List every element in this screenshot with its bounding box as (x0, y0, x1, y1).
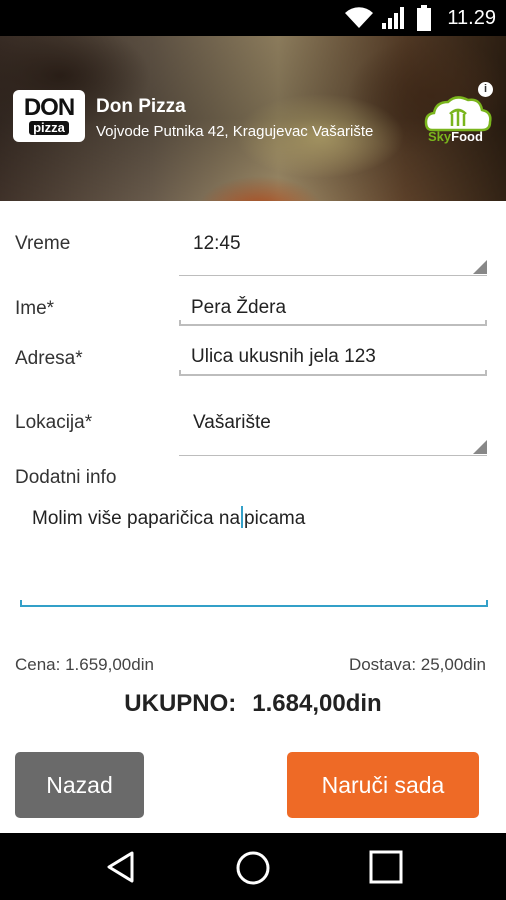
order-now-button[interactable]: Naruči sada (287, 752, 479, 818)
additional-info-textarea[interactable]: Molim više paparičica na picama (20, 496, 488, 606)
nav-home-icon[interactable] (235, 850, 271, 891)
name-input-underline (179, 320, 487, 326)
total-value: 1.684,00din (252, 690, 382, 717)
additional-info-underline (20, 600, 488, 607)
location-value: Vašarište (193, 412, 271, 433)
total-text: UKUPNO: 1.684,00din (0, 690, 506, 718)
info-icon[interactable]: i (478, 82, 493, 97)
back-button[interactable]: Nazad (15, 752, 144, 818)
nav-back-icon[interactable] (104, 850, 138, 889)
time-dropdown-arrow-icon (473, 260, 487, 274)
system-nav-bar (0, 833, 506, 900)
delivery-text: Dostava: 25,00din (348, 655, 486, 674)
address-input[interactable]: Ulica ukusnih jela 123 (179, 337, 487, 377)
location-spinner-underline (179, 455, 487, 456)
logo-text-pizza: pizza (29, 121, 69, 135)
address-value: Ulica ukusnih jela 123 (191, 346, 376, 367)
time-spinner-underline (179, 275, 487, 276)
name-label: Ime* (15, 298, 55, 319)
text-cursor (241, 506, 244, 528)
time-spinner[interactable]: 12:45 (179, 225, 487, 277)
additional-info-text-after: picama (244, 508, 306, 529)
wifi-icon (344, 7, 374, 34)
location-label: Lokacija* (15, 412, 93, 433)
restaurant-logo: DON pizza (13, 90, 85, 142)
address-label: Adresa* (15, 348, 83, 369)
restaurant-name: Don Pizza (96, 96, 186, 117)
location-spinner[interactable]: Vašarište (179, 403, 487, 455)
nav-recent-apps-icon[interactable] (369, 850, 403, 889)
name-value: Pera Ždera (191, 297, 287, 318)
restaurant-header: DON pizza Don Pizza Vojvode Putnika 42, … (0, 36, 506, 201)
name-input[interactable]: Pera Ždera (179, 288, 487, 328)
signal-icon (381, 6, 407, 35)
time-value: 12:45 (193, 233, 241, 254)
restaurant-address: Vojvode Putnika 42, Kragujevac Vašarište (96, 123, 374, 140)
address-input-underline (179, 370, 487, 376)
price-text: Cena: 1.659,00din (15, 655, 154, 674)
additional-info-text: Molim više paparičica na (32, 508, 241, 529)
total-label: UKUPNO: (124, 690, 237, 717)
time-label: Vreme (15, 233, 71, 254)
additional-info-label: Dodatni info (15, 467, 117, 488)
location-dropdown-arrow-icon (473, 440, 487, 454)
status-time: 11.29 (447, 7, 496, 29)
status-bar: 11.29 (0, 0, 506, 36)
battery-icon (417, 5, 431, 36)
skyfood-logo: SkyFood (422, 88, 494, 152)
skyfood-sky-text: Sky (428, 129, 452, 144)
skyfood-food-text: Food (451, 129, 483, 144)
logo-text-don: DON (23, 94, 75, 121)
